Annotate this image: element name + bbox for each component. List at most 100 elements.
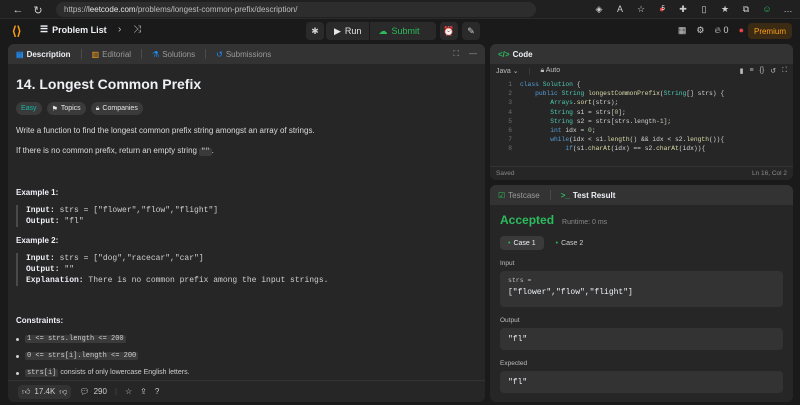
submit-button[interactable]: ☁ Submit bbox=[369, 22, 427, 40]
run-button[interactable]: ▶ Run bbox=[326, 22, 369, 40]
dot-icon: • bbox=[508, 239, 511, 247]
timer-icon[interactable]: ⏰ bbox=[440, 22, 458, 40]
line-number: 3 bbox=[508, 99, 512, 107]
thumbs-down-icon[interactable]: 👎︎ bbox=[59, 387, 67, 397]
tab-test-result[interactable]: >_ Test Result bbox=[561, 191, 616, 200]
problem-list-label: Problem List bbox=[52, 24, 107, 35]
constraint-code: strs[i] bbox=[25, 369, 59, 377]
output-box: "fl" bbox=[500, 328, 783, 350]
tab-description[interactable]: ▤ Description bbox=[16, 50, 71, 59]
read-aloud-icon[interactable]: A bbox=[614, 2, 626, 16]
constraint-item: strs[i] consists of only lowercase Engli… bbox=[16, 369, 477, 377]
tab-description-label: Description bbox=[26, 49, 71, 59]
next-problem-icon[interactable]: › bbox=[118, 24, 121, 35]
refresh-icon[interactable]: ↻ bbox=[30, 2, 46, 18]
favorites-icon[interactable]: ★ bbox=[719, 2, 731, 16]
expected-box: "fl" bbox=[500, 371, 783, 393]
case-2-label: Case 2 bbox=[561, 239, 584, 247]
help-icon[interactable]: ? bbox=[155, 387, 159, 396]
description-panel: ▤ Description ▥ Editorial ⚗ Solutions ↺ Subm… bbox=[8, 44, 485, 402]
url-path: /problems/longest-common-prefix/descript… bbox=[135, 5, 298, 14]
extension-icon[interactable]: ● 5 bbox=[656, 2, 668, 16]
collections-icon[interactable]: ⧉ bbox=[740, 2, 752, 16]
maximize-icon[interactable]: ⛶ bbox=[453, 49, 459, 59]
description-footer: 👍︎ 17.4K 👎︎ 💬︎ 290 | ☆ ⇪ ? bbox=[8, 380, 485, 402]
saved-status: Saved bbox=[496, 170, 515, 177]
tab-editorial[interactable]: ▥ Editorial bbox=[92, 50, 131, 59]
output-section-label: Output bbox=[500, 317, 520, 324]
book-icon: ▥ bbox=[91, 49, 100, 59]
problem-title: 14. Longest Common Prefix bbox=[16, 76, 202, 92]
auto-mode[interactable]: 🔒︎ Auto bbox=[540, 67, 560, 75]
code-line: class Solution { bbox=[520, 81, 581, 88]
star-icon[interactable]: ☆ bbox=[125, 387, 132, 396]
puzzle-icon[interactable]: ✚ bbox=[677, 2, 689, 16]
avatar[interactable]: ● bbox=[739, 25, 744, 36]
bookmark-icon[interactable]: ▮ bbox=[740, 67, 744, 75]
fullscreen-icon[interactable]: ⛶ bbox=[782, 67, 787, 75]
tab-testcase[interactable]: ☑ Testcase bbox=[498, 191, 540, 200]
companies-tag[interactable]: 🔒︎ Companies bbox=[90, 102, 143, 115]
tab-testcase-label: Testcase bbox=[508, 190, 540, 200]
more-icon[interactable]: … bbox=[782, 2, 794, 16]
translate-icon[interactable]: ◈ bbox=[593, 2, 605, 16]
line-number: 1 bbox=[508, 81, 512, 88]
case-2-tab[interactable]: • Case 2 bbox=[550, 236, 590, 250]
shuffle-icon[interactable]: ⤨ bbox=[133, 24, 141, 35]
dot-icon: • bbox=[555, 239, 559, 247]
editor-toolbar: Java ⌄ | 🔒︎ Auto ▮ ≡ {} ↺ ⛶ bbox=[496, 67, 787, 75]
layout-icon[interactable]: ▦ bbox=[678, 25, 687, 36]
address-bar[interactable]: https://leetcode.com/problems/longest-co… bbox=[56, 2, 536, 17]
output-label: Output: bbox=[26, 217, 60, 226]
profile-icon[interactable]: ☺ bbox=[761, 2, 773, 16]
code-line: int idx = 0; bbox=[550, 127, 596, 134]
history-icon: ↺ bbox=[216, 49, 223, 59]
tab-code[interactable]: </> Code bbox=[498, 50, 533, 59]
input-label: Input: bbox=[26, 254, 55, 263]
tab-solutions[interactable]: ⚗ Solutions bbox=[152, 50, 195, 59]
url-host: leetcode.com bbox=[88, 5, 136, 14]
comment-count: 290 bbox=[93, 387, 107, 396]
line-number: 8 bbox=[508, 145, 512, 153]
case-1-tab[interactable]: • Case 1 bbox=[500, 236, 544, 250]
split-screen-icon[interactable]: ▯ bbox=[698, 2, 710, 16]
play-icon: ▶ bbox=[334, 25, 341, 36]
like-button[interactable]: 👍︎ 17.4K 👎︎ bbox=[18, 384, 72, 399]
browser-toolbar: ← ↻ https://leetcode.com/problems/longes… bbox=[0, 0, 800, 19]
prev-problem-icon[interactable]: ‹ bbox=[103, 24, 106, 35]
braces-icon[interactable]: {} bbox=[760, 67, 765, 75]
settings-gear-icon[interactable]: ⚙ bbox=[696, 25, 704, 36]
line-number: 7 bbox=[508, 136, 512, 144]
collapse-icon[interactable]: — bbox=[469, 49, 477, 59]
constraint-text: consists of only lowercase English lette… bbox=[58, 369, 190, 376]
comments-button[interactable]: 💬︎ 290 bbox=[79, 387, 107, 396]
premium-button[interactable]: Premium bbox=[747, 23, 792, 39]
debug-icon[interactable]: ✱ bbox=[306, 22, 324, 40]
tag-icon: ⚑ bbox=[51, 105, 58, 113]
reset-icon[interactable]: ↺ bbox=[770, 67, 776, 75]
cloud-upload-icon: ☁ bbox=[378, 25, 388, 36]
tab-solutions-label: Solutions bbox=[162, 49, 196, 59]
example-1-input: strs = ["flower","flow","flight"] bbox=[54, 206, 219, 215]
input-section-label: Input bbox=[500, 260, 515, 267]
format-icon[interactable]: ≡ bbox=[749, 67, 753, 75]
language-select[interactable]: Java ⌄ bbox=[496, 67, 519, 75]
leetcode-logo-icon[interactable]: ⟨⟩ bbox=[12, 24, 26, 38]
topics-tag[interactable]: ⚑ Topics bbox=[46, 102, 86, 115]
streak-fire-icon[interactable]: 🔥︎ 0 bbox=[714, 25, 728, 36]
favorite-star-icon[interactable]: ☆ bbox=[635, 2, 647, 16]
topics-label: Topics bbox=[60, 105, 81, 112]
code-editor[interactable]: 1 class Solution {2 public String longest… bbox=[490, 78, 793, 178]
thumbs-up-icon: 👍︎ bbox=[22, 386, 31, 396]
tab-submissions[interactable]: ↺ Submissions bbox=[216, 50, 271, 59]
line-number: 4 bbox=[508, 108, 512, 116]
input-var-value: ["flower","flow","flight"] bbox=[508, 288, 633, 297]
problem-list-button[interactable]: ☰ Problem List bbox=[40, 24, 107, 35]
share-icon[interactable]: ⇪ bbox=[140, 387, 147, 396]
code-icon: </> bbox=[498, 49, 510, 59]
companies-label: Companies bbox=[102, 105, 138, 112]
back-arrow-icon[interactable]: ← bbox=[10, 2, 26, 18]
input-box: strs = ["flower","flow","flight"] bbox=[500, 271, 783, 307]
notes-icon[interactable]: ✎ bbox=[462, 22, 480, 40]
constraint-item: 0 <= strs[i].length <= 200 bbox=[16, 352, 477, 360]
